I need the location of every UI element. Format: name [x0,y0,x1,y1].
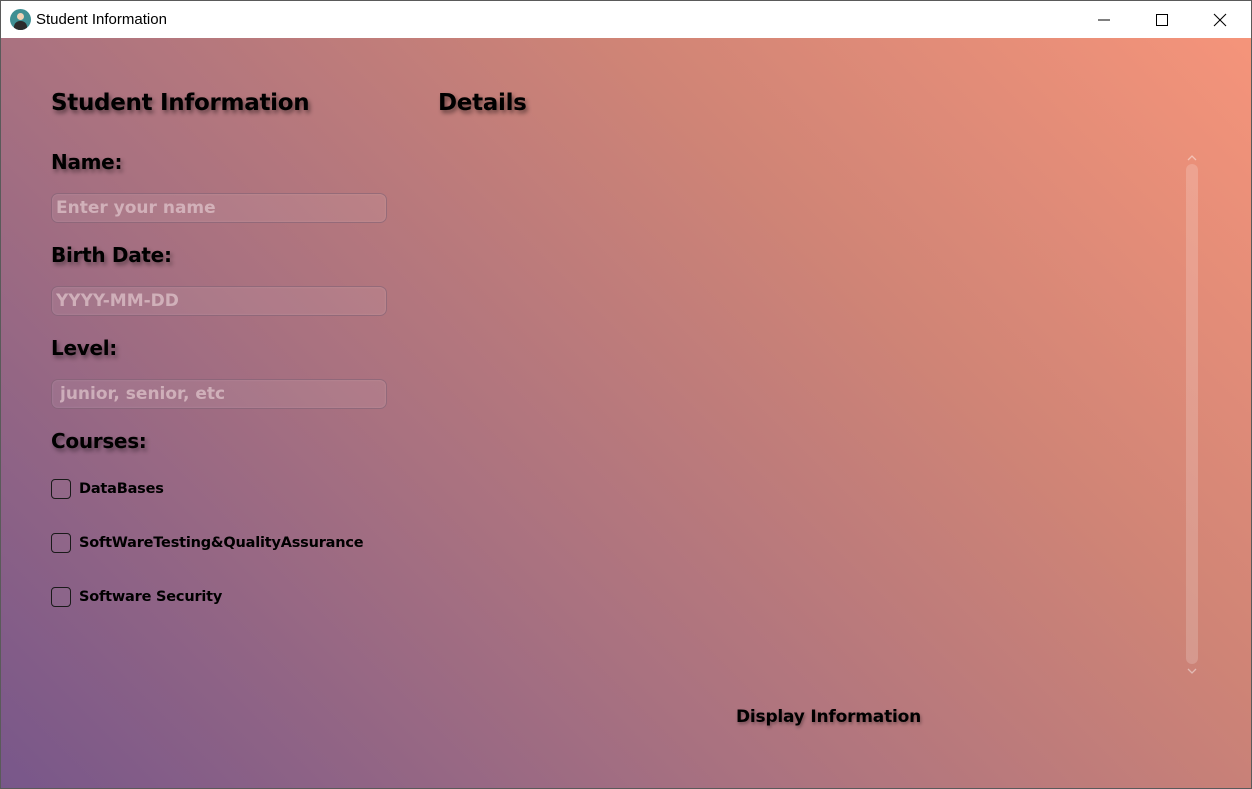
courses-label: Courses: [51,429,147,453]
student-avatar-icon [10,9,31,30]
close-button[interactable] [1191,1,1249,38]
birth-date-input[interactable] [52,287,386,315]
course-label: SoftWareTesting&QualityAssurance [79,535,364,551]
details-heading: Details [438,90,527,116]
level-field-box [51,379,387,409]
birth-date-field-box [51,286,387,316]
app-window: Student Information Student Information … [0,0,1252,789]
name-field-box [51,193,387,223]
display-information-button[interactable]: Display Information [736,707,921,731]
name-label: Name: [51,150,123,174]
window-title: Student Information [36,11,167,28]
course-option-software-security[interactable]: Software Security [51,585,222,609]
course-option-software-testing[interactable]: SoftWareTesting&QualityAssurance [51,531,364,555]
software-security-checkbox[interactable] [51,587,71,607]
software-testing-checkbox[interactable] [51,533,71,553]
minimize-button[interactable] [1075,1,1133,38]
course-option-databases[interactable]: DataBases [51,477,164,501]
scroll-up-arrow-icon[interactable] [1185,153,1199,163]
form-heading: Student Information [51,90,310,116]
birth-date-label: Birth Date: [51,243,172,267]
name-input[interactable] [52,194,386,222]
details-scrollbar[interactable] [1186,164,1198,664]
course-label: Software Security [79,589,223,605]
maximize-button[interactable] [1133,1,1191,38]
title-bar[interactable]: Student Information [1,1,1251,38]
minimize-icon [1098,19,1110,21]
scroll-down-arrow-icon[interactable] [1185,666,1199,676]
maximize-icon [1156,14,1168,26]
close-icon [1213,13,1227,27]
main-content: Student Information Details Name: Birth … [1,38,1251,788]
databases-checkbox[interactable] [51,479,71,499]
level-input[interactable] [52,380,386,408]
course-label: DataBases [79,481,164,497]
details-panel [438,148,1178,668]
level-label: Level: [51,336,117,360]
